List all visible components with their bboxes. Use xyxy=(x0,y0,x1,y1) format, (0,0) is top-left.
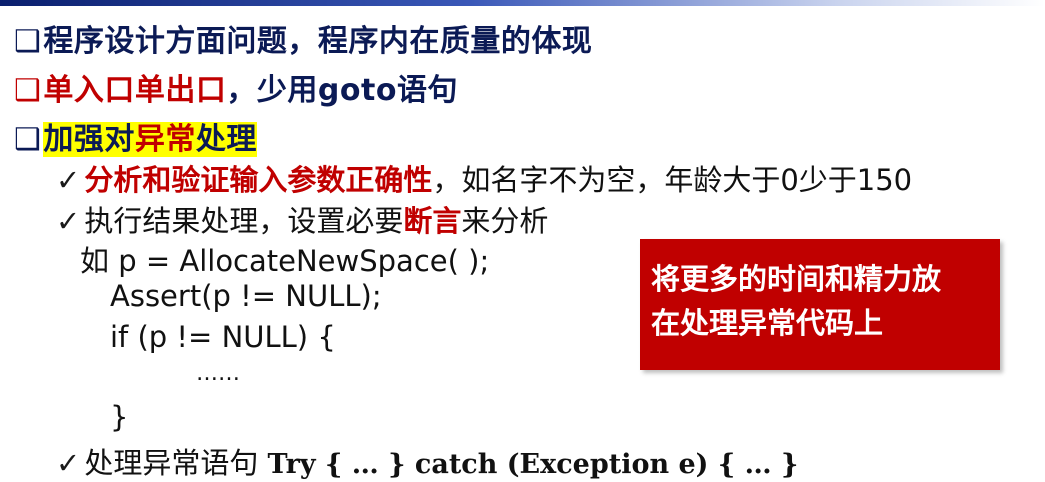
item-exception-statement: ✓ 处理异常语句 Try { … } catch (Exception e) { … xyxy=(56,440,798,482)
item-text: ，如名字不为空，年龄大于0少于150 xyxy=(432,163,913,197)
heading-prefix: 加强对 xyxy=(43,122,135,157)
heading-suffix: 处理 xyxy=(195,122,257,157)
heading-text: ，少用goto语句 xyxy=(226,73,458,108)
check-icon: ✓ xyxy=(56,204,81,238)
callout-line-1: 将更多的时间和精力放 xyxy=(651,262,942,296)
heading-program-design: ❑程序设计方面问题，程序内在质量的体现 xyxy=(14,16,592,60)
item-assertion: ✓ 执行结果处理，设置必要断言来分析 xyxy=(56,198,548,240)
code-line-ellipsis: …… xyxy=(196,361,240,386)
item-bold-text: 分析和验证输入参数正确性 xyxy=(84,163,433,197)
code-line-close-brace: } xyxy=(110,400,129,434)
check-icon: ✓ xyxy=(56,446,81,480)
bullet-icon: ❑ xyxy=(14,73,42,108)
bullet-icon: ❑ xyxy=(14,24,42,59)
bullet-icon: ❑ xyxy=(14,122,42,157)
highlighted-heading: 加强对异常处理 xyxy=(43,122,257,157)
callout-line-2: 在处理异常代码上 xyxy=(651,306,884,340)
callout-box: 将更多的时间和精力放 在处理异常代码上 xyxy=(640,239,1000,370)
top-accent-bar xyxy=(0,0,1045,6)
item-code-text: Try { … } catch (Exception e) { … } xyxy=(267,449,799,480)
heading-text: 程序设计方面问题，程序内在质量的体现 xyxy=(43,24,593,59)
heading-text-red: 单入口单出口 xyxy=(43,73,227,108)
item-text-prefix: 执行结果处理，设置必要 xyxy=(84,204,404,238)
item-text-prefix: 处理异常语句 xyxy=(84,446,268,480)
heading-single-entry-exit: ❑单入口单出口，少用goto语句 xyxy=(14,65,458,109)
check-icon: ✓ xyxy=(56,163,81,197)
item-bold-text: 断言 xyxy=(403,204,462,238)
code-line-assert: Assert(p != NULL); xyxy=(110,279,382,313)
code-line-allocate: 如 p = AllocateNewSpace( ); xyxy=(80,244,490,278)
heading-emphasis: 异常 xyxy=(134,122,196,157)
code-line-if: if (p != NULL) { xyxy=(110,320,336,354)
item-text-suffix: 来分析 xyxy=(461,204,549,238)
item-validate-input: ✓ 分析和验证输入参数正确性，如名字不为空，年龄大于0少于150 xyxy=(56,157,912,199)
heading-exception-handling: ❑加强对异常处理 xyxy=(14,114,257,158)
